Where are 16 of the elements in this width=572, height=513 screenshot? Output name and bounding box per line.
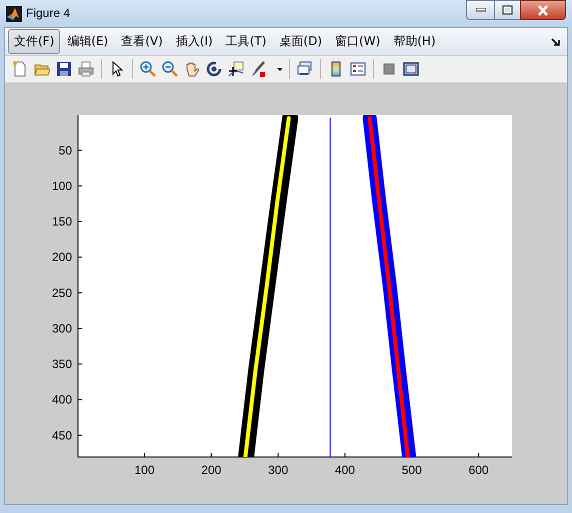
tick-label: 300 (52, 321, 72, 336)
tick-label: 600 (468, 463, 489, 477)
tick-label: 100 (52, 178, 72, 193)
tick-label: 350 (52, 357, 72, 372)
tick-label: 200 (52, 250, 72, 264)
tick-label: 150 (52, 214, 72, 229)
tick-label: 200 (201, 463, 222, 477)
tick-label: 500 (402, 463, 422, 477)
tick-label: 400 (52, 392, 72, 407)
tick-label: 100 (134, 463, 154, 477)
tick-label: 50 (58, 143, 72, 158)
window-title: Figure 4 (26, 6, 70, 20)
tick-label: 300 (268, 463, 288, 477)
tick-label: 250 (52, 286, 72, 300)
tick-label: 450 (52, 428, 72, 442)
tick-label: 400 (334, 463, 355, 477)
